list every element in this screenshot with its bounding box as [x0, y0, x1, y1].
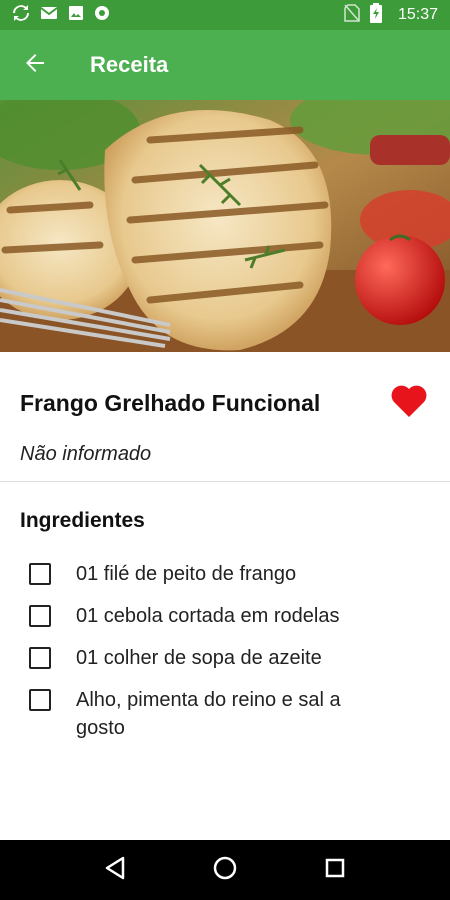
ingredient-label: Alho, pimenta do reino e sal a gosto	[76, 689, 341, 739]
list-item: Alho, pimenta do reino e sal a gosto	[0, 686, 450, 742]
nav-home-button[interactable]	[201, 846, 249, 894]
sync-icon	[12, 4, 30, 27]
back-button[interactable]	[0, 30, 70, 100]
status-right-icons: 15:37	[344, 2, 438, 28]
recipe-title: Frango Grelhado Funcional	[20, 389, 321, 416]
nav-recents-button[interactable]	[311, 846, 359, 894]
no-sim-icon	[344, 3, 360, 27]
app-bar: Receita	[0, 30, 450, 100]
ingredient-checkbox[interactable]	[29, 689, 51, 711]
ingredients-title: Ingredientes	[20, 509, 145, 532]
list-item: 01 filé de peito de frango	[0, 560, 450, 588]
ingredient-checkbox[interactable]	[29, 563, 51, 585]
recents-square-icon	[324, 857, 346, 884]
circle-app-icon	[94, 5, 110, 26]
status-bar: 15:37	[0, 0, 450, 30]
list-item: 01 cebola cortada em rodelas	[0, 602, 450, 630]
image-icon	[68, 5, 84, 26]
recipe-image	[0, 100, 450, 352]
status-left-icons	[12, 4, 110, 27]
app-title: Receita	[90, 52, 169, 77]
home-circle-icon	[212, 855, 238, 886]
gmail-icon	[40, 6, 58, 25]
grilled-chicken-photo	[0, 100, 450, 352]
ingredient-checkbox[interactable]	[29, 605, 51, 627]
system-nav-bar	[0, 840, 450, 900]
ingredients-list: 01 filé de peito de frango 01 cebola cor…	[0, 560, 450, 756]
ingredient-checkbox[interactable]	[29, 647, 51, 669]
nav-back-button[interactable]	[91, 846, 139, 894]
favorite-button[interactable]	[388, 382, 430, 424]
list-item: 01 colher de sopa de azeite	[0, 644, 450, 672]
heart-icon	[390, 384, 428, 423]
recipe-title-row: Frango Grelhado Funcional	[20, 380, 430, 426]
battery-charging-icon	[369, 2, 382, 28]
arrow-back-icon	[24, 52, 46, 79]
ingredient-label: 01 filé de peito de frango	[76, 563, 297, 585]
status-time: 15:37	[397, 6, 438, 23]
ingredient-label: 01 cebola cortada em rodelas	[76, 605, 340, 627]
recipe-subtitle: Não informado	[20, 443, 152, 465]
back-triangle-icon	[104, 856, 126, 885]
ingredient-label: 01 colher de sopa de azeite	[76, 647, 322, 669]
divider	[0, 481, 450, 482]
